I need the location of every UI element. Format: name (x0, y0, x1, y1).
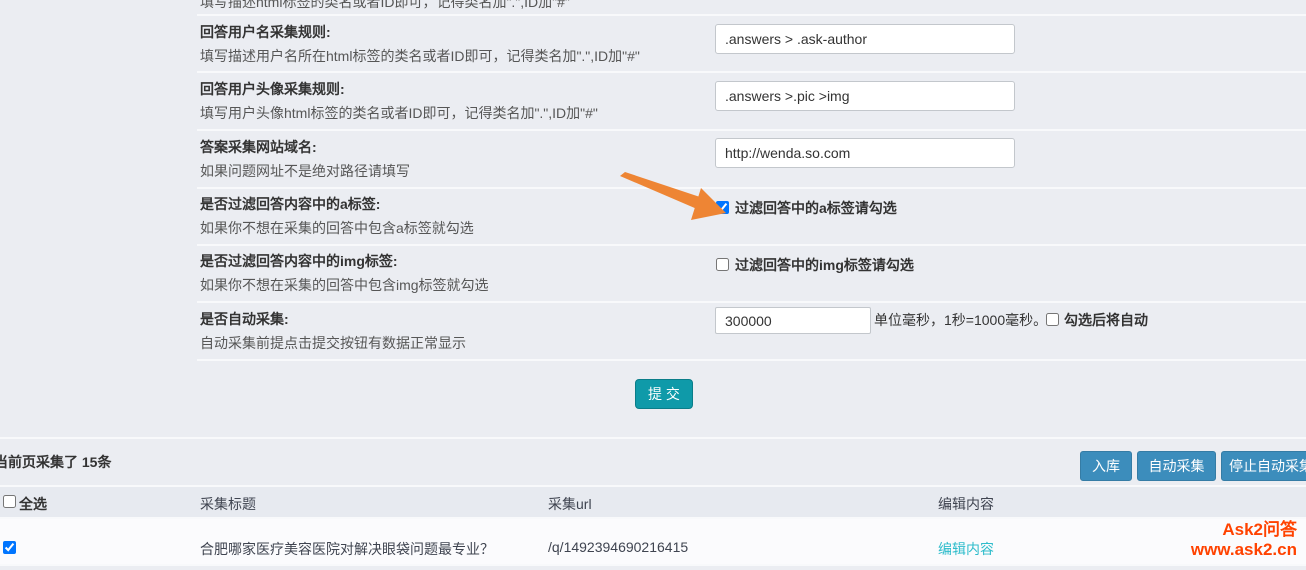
form-row-site-domain: 答案采集网站域名: 如果问题网址不是绝对路径请填写 (200, 137, 710, 181)
select-all-checkbox[interactable] (3, 495, 16, 508)
collector-settings-page: 填写描述html标签的类名或者ID即可，记得类名加".",ID加"#" 回答用户… (0, 0, 1306, 570)
row-divider (197, 244, 1306, 246)
field-description: 如果问题网址不是绝对路径请填写 (200, 161, 710, 181)
auto-collect-interval-input[interactable] (715, 307, 871, 334)
row-divider (197, 14, 1306, 16)
collection-summary: 当前页采集了 15条 (0, 452, 111, 472)
section-divider (0, 437, 1306, 439)
store-button[interactable]: 入库 (1080, 451, 1132, 481)
form-row-filter-a-tag: 是否过滤回答内容中的a标签: 如果你不想在采集的回答中包含a标签就勾选 (200, 194, 710, 238)
field-label: 是否过滤回答内容中的img标签: (200, 251, 710, 271)
form-row-avatar-rule: 回答用户头像采集规则: 填写用户头像html标签的类名或者ID即可，记得类名加"… (200, 79, 710, 123)
auto-collect-button[interactable]: 自动采集 (1137, 451, 1216, 481)
interval-unit-note: 单位毫秒，1秒=1000毫秒。 (874, 312, 1047, 328)
watermark-line2: www.ask2.cn (1191, 540, 1297, 560)
field-description: 填写描述用户名所在html标签的类名或者ID即可，记得类名加".",ID加"#" (200, 46, 710, 66)
filter-a-tag-checkbox[interactable] (716, 201, 729, 214)
table-header-row (0, 487, 1306, 517)
field-label: 答案采集网站域名: (200, 137, 710, 157)
clipped-row-description: 填写描述html标签的类名或者ID即可，记得类名加".",ID加"#" (200, 0, 570, 12)
field-label: 是否自动采集: (200, 309, 710, 329)
table-divider (0, 564, 1306, 566)
field-description: 如果你不想在采集的回答中包含img标签就勾选 (200, 275, 710, 295)
field-description: 如果你不想在采集的回答中包含a标签就勾选 (200, 218, 710, 238)
auto-collect-checkbox-label: 勾选后将自动 (1064, 312, 1148, 328)
form-row-auto-collect: 是否自动采集: 自动采集前提点击提交按钮有数据正常显示 (200, 309, 710, 353)
form-row-username-rule: 回答用户名采集规则: 填写描述用户名所在html标签的类名或者ID即可，记得类名… (200, 22, 710, 66)
field-label: 回答用户名采集规则: (200, 22, 710, 42)
field-description: 填写用户头像html标签的类名或者ID即可，记得类名加".",ID加"#" (200, 103, 710, 123)
avatar-rule-input[interactable] (715, 81, 1015, 111)
filter-a-tag-checkbox-label: 过滤回答中的a标签请勾选 (735, 200, 897, 216)
row-divider (197, 301, 1306, 303)
select-all-label: 全选 (19, 494, 47, 514)
stop-auto-collect-button[interactable]: 停止自动采集 (1221, 451, 1306, 481)
column-header-edit: 编辑内容 (938, 494, 994, 514)
field-label: 回答用户头像采集规则: (200, 79, 710, 99)
row-divider (197, 71, 1306, 73)
filter-img-tag-checkbox-label: 过滤回答中的img标签请勾选 (735, 257, 914, 273)
edit-content-link[interactable]: 编辑内容 (938, 539, 994, 559)
field-label: 是否过滤回答内容中的a标签: (200, 194, 710, 214)
column-header-url: 采集url (548, 494, 592, 514)
row-divider (197, 129, 1306, 131)
column-header-title: 采集标题 (200, 494, 256, 514)
row-divider (197, 359, 1306, 361)
auto-collect-checkbox[interactable] (1046, 313, 1059, 326)
watermark-line1: Ask2问答 (1191, 520, 1297, 540)
form-row-filter-img-tag: 是否过滤回答内容中的img标签: 如果你不想在采集的回答中包含img标签就勾选 (200, 251, 710, 295)
field-description: 自动采集前提点击提交按钮有数据正常显示 (200, 333, 710, 353)
site-domain-input[interactable] (715, 138, 1015, 168)
username-rule-input[interactable] (715, 24, 1015, 54)
row-title: 合肥哪家医疗美容医院对解决眼袋问题最专业？ (200, 539, 494, 559)
filter-img-tag-checkbox[interactable] (716, 258, 729, 271)
watermark: Ask2问答 www.ask2.cn (1191, 520, 1297, 560)
row-divider (197, 187, 1306, 189)
row-url: /q/1492394690216415 (548, 539, 688, 555)
row-select-checkbox[interactable] (3, 541, 16, 554)
submit-button[interactable]: 提 交 (635, 379, 693, 409)
